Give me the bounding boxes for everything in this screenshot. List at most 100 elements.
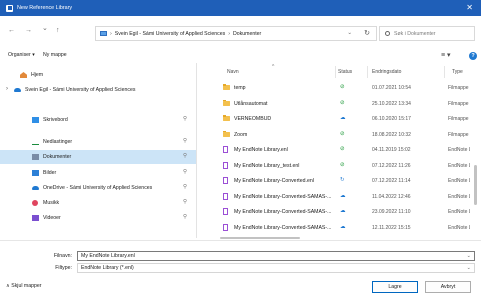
- endnote-file-icon: [223, 208, 228, 215]
- file-row[interactable]: My EndNote Library-Converted.enl ↻ 07.12.2…: [197, 174, 470, 188]
- file-name: My EndNote Library_test.enl: [234, 162, 300, 169]
- pin-icon: ⚲: [183, 184, 188, 190]
- pin-icon: ⚲: [183, 214, 188, 220]
- filename-label: Filnavn:: [53, 253, 72, 259]
- file-row[interactable]: VERNEOMBUD ☁ 06.10.2020 15:17 Filmappe: [197, 112, 469, 126]
- chevron-down-icon[interactable]: ⌄: [467, 252, 471, 260]
- refresh-icon[interactable]: ↻: [364, 29, 370, 37]
- back-button[interactable]: ←: [8, 27, 15, 35]
- pin-icon: ⚲: [183, 199, 188, 205]
- organize-button[interactable]: Organiser ▾: [8, 52, 35, 58]
- address-bar[interactable]: › Svein Egil - Sámi University of Applie…: [95, 26, 377, 41]
- synced-status-icon: ⊘: [340, 161, 345, 168]
- sidebar-item[interactable]: › Svein Egil - Sámi University of Applied…: [0, 83, 196, 97]
- file-row[interactable]: My EndNote Library.enl ⊘ 04.11.2019 15:02 E…: [197, 143, 470, 157]
- file-name: My EndNote Library.enl: [234, 147, 288, 153]
- column-header-name[interactable]: Navn: [227, 69, 239, 75]
- chevron-right-icon[interactable]: ›: [6, 86, 8, 92]
- view-options-button[interactable]: ≡ ▾: [441, 51, 451, 59]
- vertical-scrollbar[interactable]: [474, 80, 477, 232]
- scrollbar-thumb[interactable]: [474, 165, 477, 205]
- syncing-status-icon: ↻: [340, 177, 345, 183]
- hide-folders-button[interactable]: ∧ Skjul mapper: [6, 283, 42, 289]
- file-type: EndNote Library: [448, 178, 470, 184]
- folder-icon: [223, 130, 230, 137]
- new-folder-button[interactable]: Ny mappe: [43, 52, 67, 58]
- home-icon: [20, 72, 27, 78]
- column-divider[interactable]: [367, 66, 368, 78]
- sidebar-item[interactable]: Hjem: [0, 68, 196, 82]
- pictures-icon: [32, 170, 39, 176]
- forward-button[interactable]: →: [25, 27, 32, 35]
- file-type: EndNote Library: [448, 147, 470, 153]
- sidebar-item-label: Dokumenter: [43, 154, 72, 160]
- file-row[interactable]: My EndNote Library-Converted-SAMAS-... ☁ 2…: [197, 205, 470, 219]
- sidebar-item-label: Videoer: [43, 215, 61, 221]
- sidebar-item[interactable]: Nedlastinger ⚲: [0, 135, 196, 149]
- column-divider[interactable]: [335, 66, 336, 78]
- form-divider: [0, 240, 481, 241]
- breadcrumb-item[interactable]: Dokumenter: [233, 31, 261, 37]
- sidebar-item[interactable]: OneDrive - Sámi University of Applied Sc…: [0, 181, 196, 195]
- chevron-down-icon[interactable]: ⌄: [467, 264, 471, 272]
- breadcrumb-separator: ›: [110, 30, 112, 37]
- file-date: 23.09.2022 11:10: [372, 209, 411, 215]
- up-button[interactable]: ↑: [56, 27, 60, 35]
- file-row[interactable]: temp ⊘ 01.07.2021 10:54 Filmappe: [197, 81, 469, 95]
- file-type: EndNote Library: [448, 209, 470, 215]
- sidebar-item[interactable]: Dokumenter ⚲: [0, 150, 196, 164]
- sidebar-item-label: Svein Egil - Sámi University of Applied …: [25, 87, 136, 93]
- breadcrumb-item[interactable]: Svein Egil - Sámi University of Applied …: [115, 31, 225, 37]
- scrollbar-thumb[interactable]: [220, 237, 300, 239]
- folder-icon: [223, 99, 230, 106]
- file-row[interactable]: My EndNote Library_test.enl ⊘ 07.12.2022 1…: [197, 159, 470, 173]
- cloud-status-icon: ☁: [340, 115, 346, 121]
- sidebar-item[interactable]: Bilder ⚲: [0, 166, 196, 180]
- pin-icon: ⚲: [183, 116, 188, 122]
- computer-icon: [100, 31, 107, 36]
- file-row[interactable]: My EndNote Library-Converted-SAMAS-... ☁ 1…: [197, 221, 470, 235]
- column-header-type[interactable]: Type: [452, 69, 463, 75]
- cloud-status-icon: ☁: [340, 192, 346, 199]
- column-divider[interactable]: [444, 66, 445, 78]
- file-row[interactable]: My EndNote Library-Converted-SAMAS-... ☁ 1…: [197, 190, 470, 204]
- sidebar-item[interactable]: Musikk ⚲: [0, 196, 196, 210]
- help-icon[interactable]: ?: [469, 52, 477, 60]
- column-header-status[interactable]: Status: [338, 69, 352, 75]
- file-row[interactable]: Utlånsautomat ⊘ 25.10.2022 13:34 Filmappe: [197, 97, 469, 111]
- window-title: New Reference Library: [17, 5, 73, 11]
- file-date: 07.12.2022 11:26: [372, 162, 411, 169]
- synced-status-icon: ⊘: [340, 146, 345, 152]
- music-icon: [32, 200, 38, 206]
- close-button[interactable]: ✕: [466, 3, 473, 12]
- file-type: Filmappe: [448, 116, 469, 122]
- file-date: 11.04.2022 12:46: [372, 193, 411, 200]
- file-row[interactable]: Zoom ⊘ 18.08.2022 10:32 Filmappe: [197, 128, 469, 142]
- sidebar-item-label: OneDrive - Sámi University of Applied Sc…: [43, 185, 153, 191]
- sidebar-item[interactable]: Videoer ⚲: [0, 211, 196, 225]
- cloud-icon: [32, 186, 39, 190]
- navigation-pane: Hjem › Svein Egil - Sámi University of App…: [0, 63, 196, 238]
- column-header-date[interactable]: Endringsdato: [372, 69, 401, 75]
- cloud-status-icon: ☁: [340, 208, 346, 214]
- recent-locations-button[interactable]: ⌄: [42, 25, 48, 33]
- sidebar-item[interactable]: Skrivebord ⚲: [0, 113, 196, 127]
- pin-icon: ⚲: [183, 169, 188, 175]
- cloud-icon: [14, 88, 21, 92]
- file-type: Filmappe: [448, 100, 469, 107]
- save-button[interactable]: Lagre: [372, 281, 418, 293]
- dialog-footer: ∧ Skjul mapper Lagre Avbryt: [0, 277, 481, 297]
- filetype-select[interactable]: EndNote Library (*.enl) ⌄: [77, 263, 475, 273]
- endnote-file-icon: [223, 146, 228, 153]
- file-name: My EndNote Library-Converted-SAMAS-...: [234, 224, 332, 231]
- filename-value: My EndNote Library.enl: [81, 253, 135, 259]
- title-bar: New Reference Library ✕: [0, 0, 481, 16]
- chevron-down-icon[interactable]: ⌄: [347, 30, 352, 36]
- cancel-button[interactable]: Avbryt: [425, 281, 471, 293]
- search-input[interactable]: Søk i Dokumenter: [379, 26, 475, 41]
- pin-icon: ⚲: [183, 153, 188, 159]
- filename-input[interactable]: My EndNote Library.enl ⌄: [77, 251, 475, 261]
- folder-icon: [223, 84, 230, 90]
- file-date: 12.11.2022 15:15: [372, 224, 411, 231]
- pin-icon: ⚲: [183, 138, 188, 144]
